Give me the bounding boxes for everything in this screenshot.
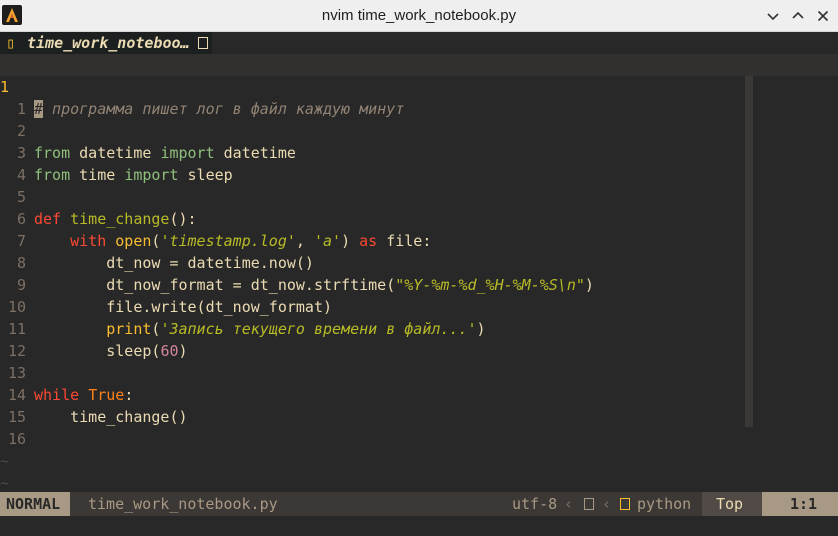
code-line[interactable]: 10 print('Запись текущего времени в файл… xyxy=(0,274,838,338)
code-line-blank[interactable]: 12 xyxy=(0,318,838,360)
tab-time-work-notebook[interactable]: ▯ time_work_noteboo… xyxy=(0,32,212,54)
tabline: ▯ time_work_noteboo… xyxy=(0,32,838,54)
minimize-button[interactable] xyxy=(764,7,782,25)
code-line[interactable]: 5 def time_change(): xyxy=(0,164,838,228)
code-line-1[interactable]: 1 # программа пишет лог в файл каждую ми… xyxy=(0,54,838,118)
code-line[interactable]: 3 from time import sleep xyxy=(0,120,838,184)
python-filetype-icon xyxy=(620,498,630,510)
empty-buffer-line: ~ xyxy=(0,472,838,514)
code-line-blank[interactable]: 1 xyxy=(0,76,838,118)
separator-icon: ‹ xyxy=(564,495,574,513)
statusline: NORMAL time_work_notebook.py utf-8 ‹ ‹ p… xyxy=(0,492,838,516)
code-line-blank[interactable]: 4 xyxy=(0,142,838,184)
tab-close-icon[interactable] xyxy=(197,37,208,49)
empty-buffer-line: ~ xyxy=(0,428,838,470)
statusline-filetype: python xyxy=(637,495,692,513)
statusline-filename: time_work_notebook.py xyxy=(88,495,278,513)
window-title: nvim time_work_notebook.py xyxy=(321,7,517,24)
editor-buffer[interactable]: 1 # программа пишет лог в файл каждую ми… xyxy=(0,54,838,514)
code-line[interactable]: 11 sleep(60) xyxy=(0,296,838,360)
close-button[interactable] xyxy=(814,7,832,25)
code-line[interactable]: 9 file.write(dt_now_format) xyxy=(0,252,838,316)
code-line-blank[interactable]: 16 xyxy=(0,406,838,448)
code-line-blank[interactable]: 15 xyxy=(0,384,838,426)
statusline-encoding: utf-8 xyxy=(512,495,558,513)
empty-buffer-line: ~ xyxy=(0,450,838,492)
statusline-cursor-position: 1:1 xyxy=(790,495,818,513)
code-line[interactable]: 13 while True: xyxy=(0,340,838,404)
code-line[interactable]: 2 from datetime import datetime xyxy=(0,98,838,162)
code-line[interactable]: 6 with open('timestamp.log', 'a') as fil… xyxy=(0,186,838,250)
maximize-button[interactable] xyxy=(789,7,807,25)
code-line[interactable]: 7 dt_now = datetime.now() xyxy=(0,208,838,272)
python-file-icon: ▯ xyxy=(6,34,16,52)
window-titlebar: nvim time_work_notebook.py xyxy=(0,0,838,32)
tab-label: time_work_noteboo… xyxy=(27,34,190,52)
code-line[interactable]: 14 time_change() xyxy=(0,362,838,426)
separator-icon: ‹ xyxy=(602,495,612,513)
statusline-scroll-position: Top xyxy=(716,495,744,513)
mode-indicator: NORMAL xyxy=(0,492,70,516)
command-line[interactable] xyxy=(0,516,838,536)
fileformat-icon xyxy=(584,498,594,510)
code-line[interactable]: 8 dt_now_format = dt_now.strftime("%Y-%m… xyxy=(0,230,838,294)
